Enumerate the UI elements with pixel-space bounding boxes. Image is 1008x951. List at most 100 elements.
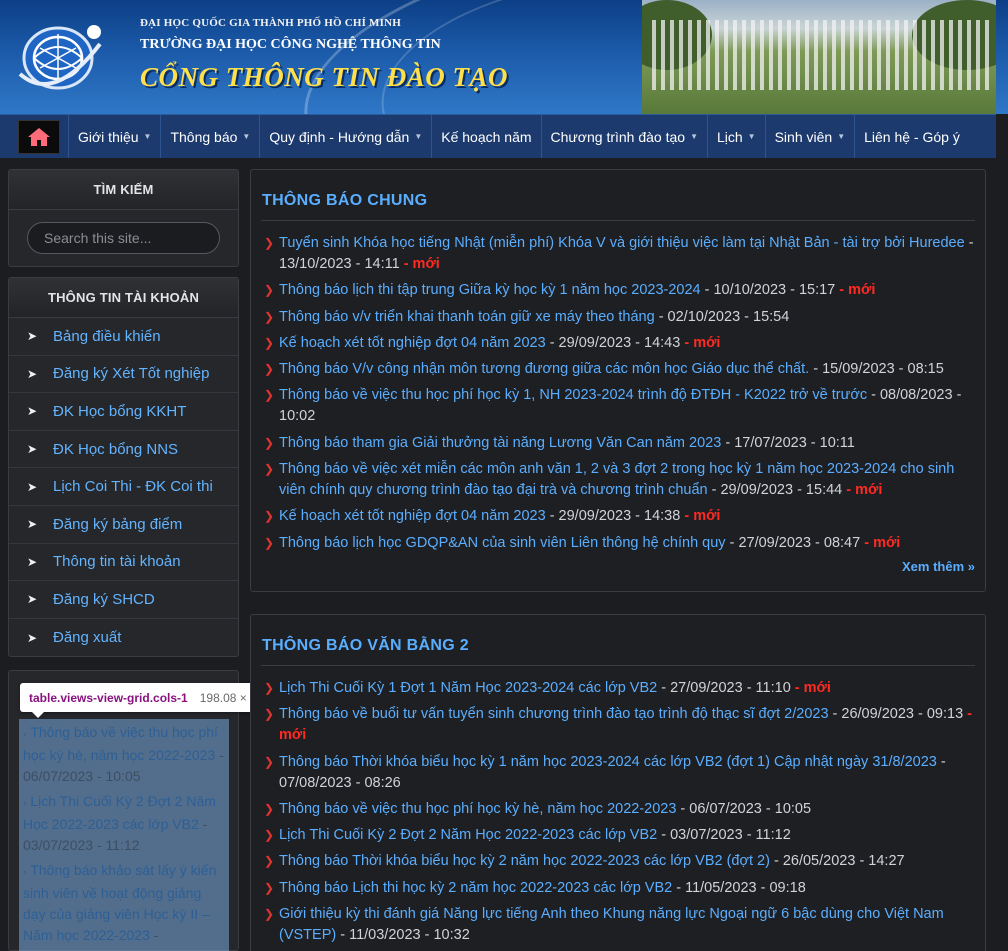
menu-item-label: Đăng ký Xét Tốt nghiệp [53, 365, 210, 383]
menu-item-exam-proctor[interactable]: ➤ Lịch Coi Thi - ĐK Coi thi [9, 468, 238, 506]
nav-item-label: Kế hoạch năm [441, 128, 532, 145]
news-item-title[interactable]: Thông báo về buổi tư vấn tuyển sinh chươ… [279, 706, 829, 722]
menu-item-shcd[interactable]: ➤ Đăng ký SHCD [9, 581, 238, 619]
nav-item-label: Sinh viên [774, 128, 833, 145]
menu-item-graduation[interactable]: ➤ Đăng ký Xét Tốt nghiệp [9, 356, 238, 394]
news-item[interactable]: ❯ Thông báo về việc thu học phí học kỳ hè… [261, 799, 975, 820]
vb2-news-list: ❯ Lịch Thi Cuối Kỳ 1 Đợt 1 Năm Học 2023-2… [261, 666, 975, 946]
menu-item-label: ĐK Học bổng KKHT [53, 402, 187, 420]
news-item[interactable]: ❯ Thông báo Lịch thi học kỳ 2 năm học 202… [261, 878, 975, 899]
news-item-title[interactable]: Lịch Thi Cuối Kỳ 1 Đợt 1 Năm Học 2023-20… [279, 680, 657, 696]
news-item[interactable]: ❯ Kế hoạch xét tốt nghiệp đợt 04 năm 2023… [261, 506, 975, 527]
news-item[interactable]: ❯ Thông báo về việc xét miễn các môn anh … [261, 459, 975, 501]
header-university-name: ĐẠI HỌC QUỐC GIA THÀNH PHỐ HỒ CHÍ MINH [140, 17, 402, 29]
nav-item-lich[interactable]: Lịch ▼ [706, 115, 765, 158]
news-item-title[interactable]: Thông báo về việc thu học phí học kỳ 1, … [279, 387, 867, 403]
sidebar-news-item[interactable]: › Lịch Thi Cuối Kỳ 2 Đợt 2 Năm Học 2022-2… [23, 791, 225, 856]
news-item[interactable]: ❯ Thông báo về việc thu học phí học kỳ 1,… [261, 385, 975, 427]
chevron-down-icon: ▼ [143, 132, 152, 141]
news-item[interactable]: ❯ Giới thiệu kỳ thi đánh giá Năng lực tiế… [261, 904, 975, 946]
news-item[interactable]: ❯ Tuyển sinh Khóa học tiếng Nhật (miễn ph… [261, 233, 975, 275]
sidebar-news-grid: › Thông báo về việc thu học phí học kỳ hè… [19, 719, 229, 951]
nav-item-lien-he[interactable]: Liên hệ - Góp ý [854, 115, 969, 158]
news-item[interactable]: ❯ Thông báo Thời khóa biểu học kỳ 2 năm h… [261, 851, 975, 872]
news-item-date: - 10/10/2023 - 15:17 [700, 282, 836, 299]
nav-item-label: Giới thiệu [78, 128, 139, 145]
vb2-news-title: THÔNG BÁO VĂN BẰNG 2 [261, 615, 975, 666]
news-item[interactable]: ❯ Thông báo lịch học GDQP&AN của sinh viê… [261, 533, 975, 554]
menu-item-account-info[interactable]: ➤ Thông tin tài khoản [9, 544, 238, 582]
chevron-right-icon: ➤ [27, 554, 38, 569]
sidebar-news-title[interactable]: Thông báo khảo sát lấy ý kiến sinh viên … [23, 862, 216, 943]
news-item-date: - 06/07/2023 - 10:05 [676, 800, 812, 817]
news-item-title[interactable]: Kế hoạch xét tốt nghiệp đợt 04 năm 2023 [279, 335, 546, 351]
see-more-link[interactable]: Xem thêm » [261, 559, 975, 586]
chevron-right-icon: ❯ [264, 907, 275, 922]
news-item[interactable]: ❯ Thông báo v/v triển khai thanh toán giữ… [261, 307, 975, 328]
news-item-title[interactable]: Thông báo v/v triển khai thanh toán giữ … [279, 309, 655, 325]
news-item[interactable]: ❯ Lịch Thi Cuối Kỳ 1 Đợt 1 Năm Học 2023-2… [261, 678, 975, 699]
news-item-title[interactable]: Thông báo Lịch thi học kỳ 2 năm học 2022… [279, 880, 672, 896]
chevron-right-icon: › [23, 729, 27, 740]
chevron-right-icon: ❯ [264, 707, 275, 722]
chevron-down-icon: ▼ [747, 132, 756, 141]
header-portal-title[interactable]: CỔNG THÔNG TIN ĐÀO TẠO [140, 62, 508, 93]
news-item-title[interactable]: Tuyển sinh Khóa học tiếng Nhật (miễn phí… [279, 235, 965, 251]
nav-item-thong-bao[interactable]: Thông báo ▼ [160, 115, 259, 158]
news-item[interactable]: ❯ Thông báo lịch thi tập trung Giữa kỳ họ… [261, 280, 975, 301]
new-badge: - mới [835, 282, 876, 299]
news-item-title[interactable]: Thông báo tham gia Giải thưởng tài năng … [279, 435, 721, 451]
nav-item-sinh-vien[interactable]: Sinh viên ▼ [764, 115, 855, 158]
chevron-right-icon: › [23, 867, 27, 878]
account-block: THÔNG TIN TÀI KHOẢN ➤ Bảng điều khiển ➤ Đă… [8, 277, 239, 658]
menu-item-logout[interactable]: ➤ Đăng xuất [9, 619, 238, 657]
nav-item-gioi-thieu[interactable]: Giới thiệu ▼ [68, 115, 160, 158]
home-button[interactable] [18, 120, 60, 154]
nav-item-quy-dinh[interactable]: Quy định - Hướng dẫn ▼ [259, 115, 431, 158]
chevron-right-icon: ❯ [264, 388, 275, 403]
news-item[interactable]: ❯ Thông báo tham gia Giải thưởng tài năng… [261, 433, 975, 454]
news-item[interactable]: ❯ Lịch Thi Cuối Kỳ 2 Đợt 2 Năm Học 2022-2… [261, 825, 975, 846]
new-badge: - mới [680, 334, 721, 351]
menu-item-transcript[interactable]: ➤ Đăng ký bảng điểm [9, 506, 238, 544]
news-item-title[interactable]: Thông báo về việc thu học phí học kỳ hè,… [279, 801, 676, 817]
nav-item-label: Quy định - Hướng dẫn [269, 128, 410, 145]
news-item[interactable]: ❯ Kế hoạch xét tốt nghiệp đợt 04 năm 2023… [261, 333, 975, 354]
news-item-title[interactable]: Kế hoạch xét tốt nghiệp đợt 04 năm 2023 [279, 508, 546, 524]
sidebar-news-item[interactable]: › Thông báo về việc thu học phí học kỳ hè… [23, 722, 225, 787]
news-item-title[interactable]: Thông báo lịch học GDQP&AN của sinh viên… [279, 535, 726, 551]
news-item-title[interactable]: Thông báo Thời khóa biểu học kỳ 1 năm họ… [279, 754, 937, 770]
header-school-name: TRƯỜNG ĐẠI HỌC CÔNG NGHỆ THÔNG TIN [140, 37, 441, 52]
chevron-down-icon: ▼ [414, 132, 423, 141]
chevron-down-icon: ▼ [242, 132, 251, 141]
chevron-right-icon: ❯ [264, 435, 275, 450]
menu-item-dashboard[interactable]: ➤ Bảng điều khiển [9, 318, 238, 356]
nav-item-label: Thông báo [170, 128, 238, 145]
news-item[interactable]: ❯ Thông báo Thời khóa biểu học kỳ 1 năm h… [261, 752, 975, 794]
news-item-date: - 29/09/2023 - 14:43 [545, 334, 681, 351]
chevron-right-icon: ➤ [27, 404, 38, 419]
search-block: TÌM KIẾM [8, 169, 239, 267]
home-icon [28, 128, 50, 146]
news-item[interactable]: ❯ Thông báo V/v công nhận môn tương đương… [261, 359, 975, 380]
sidebar-news-title[interactable]: Thông báo về việc thu học phí học kỳ hè,… [23, 724, 218, 763]
news-item-title[interactable]: Thông báo Thời khóa biểu học kỳ 2 năm họ… [279, 853, 770, 869]
tooltip-selector: table.views-view-grid.cols-1 [29, 690, 188, 705]
menu-item-scholarship-nns[interactable]: ➤ ĐK Học bổng NNS [9, 431, 238, 469]
chevron-right-icon: ❯ [264, 362, 275, 377]
news-item-date: - 27/09/2023 - 08:47 [725, 534, 861, 551]
nav-item-ke-hoach-nam[interactable]: Kế hoạch năm [431, 115, 540, 158]
chevron-right-icon: ➤ [27, 329, 38, 344]
search-input[interactable] [44, 230, 225, 246]
menu-item-label: Đăng xuất [53, 629, 122, 647]
news-item-title[interactable]: Thông báo lịch thi tập trung Giữa kỳ học… [279, 282, 701, 298]
nav-item-chuong-trinh[interactable]: Chương trình đào tạo ▼ [540, 115, 707, 158]
menu-item-scholarship-kkht[interactable]: ➤ ĐK Học bổng KKHT [9, 393, 238, 431]
news-item[interactable]: ❯ Thông báo về buổi tư vấn tuyển sinh chư… [261, 704, 975, 746]
sidebar-news-item[interactable]: › Thông báo khảo sát lấy ý kiến sinh viên… [23, 860, 225, 951]
news-item-title[interactable]: Lịch Thi Cuối Kỳ 2 Đợt 2 Năm Học 2022-20… [279, 827, 657, 843]
university-logo-icon[interactable] [14, 14, 106, 96]
news-item-title[interactable]: Thông báo V/v công nhận môn tương đương … [279, 361, 809, 377]
sidebar-news-title[interactable]: Lịch Thi Cuối Kỳ 2 Đợt 2 Năm Học 2022-20… [23, 793, 216, 832]
new-badge: - mới [860, 534, 901, 551]
